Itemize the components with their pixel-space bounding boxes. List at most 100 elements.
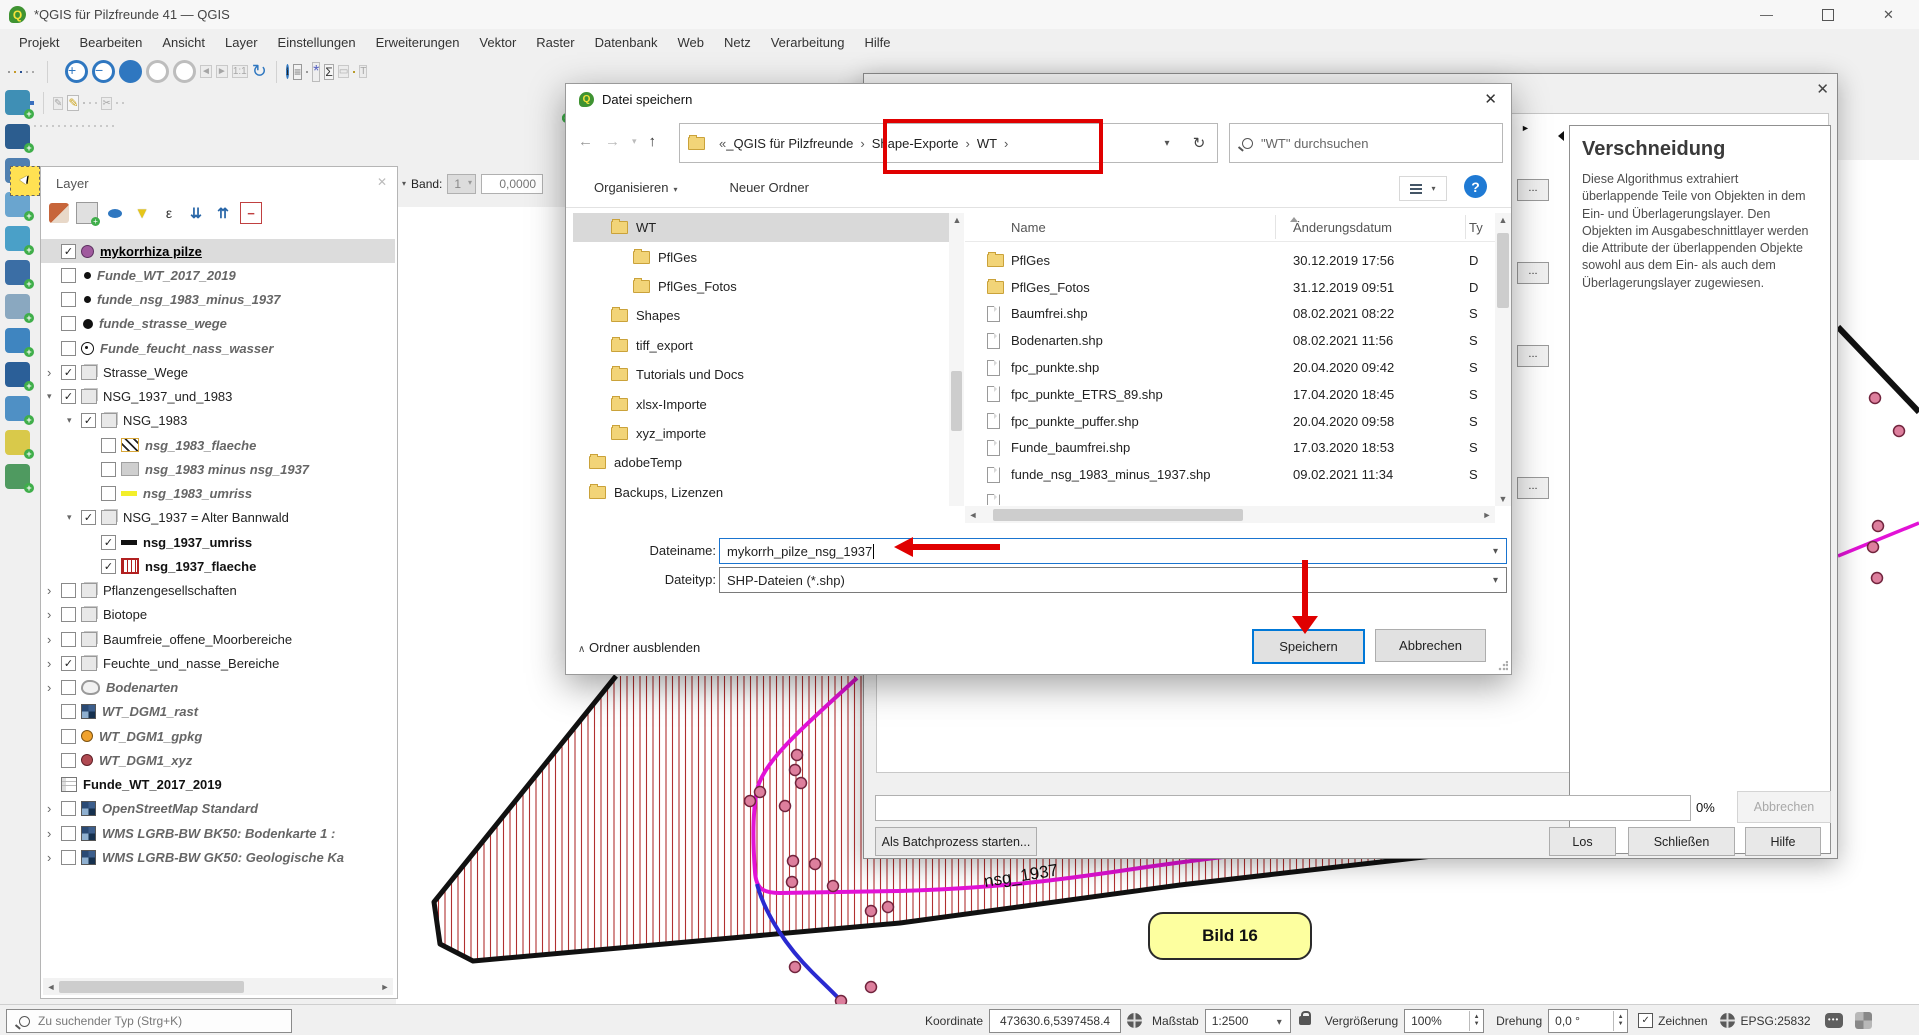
layer-visibility-checkbox[interactable] bbox=[61, 826, 76, 841]
layer-visibility-checkbox[interactable] bbox=[61, 244, 76, 259]
layer-tree-row[interactable]: Biotope bbox=[41, 603, 395, 627]
file-row[interactable]: PflGes 30.12.2019 17:56 D bbox=[965, 247, 1495, 274]
collapse-all-icon[interactable]: ⇈ bbox=[213, 203, 233, 223]
spinner-icons[interactable]: ▲▼ bbox=[1469, 1011, 1483, 1031]
split-features-icon[interactable] bbox=[94, 125, 96, 127]
layer-visibility-checkbox[interactable] bbox=[101, 535, 116, 550]
menu-item[interactable]: Erweiterungen bbox=[367, 31, 469, 54]
chevron-icon[interactable] bbox=[47, 680, 61, 695]
zoom-out-icon[interactable]: − bbox=[92, 60, 115, 83]
refresh-map-icon[interactable]: ↻ bbox=[252, 61, 267, 82]
save-edits-icon[interactable] bbox=[83, 102, 85, 104]
cancel-button[interactable]: Abbrechen bbox=[1375, 629, 1486, 662]
save-project-as-icon[interactable] bbox=[26, 71, 28, 73]
layer-visibility-checkbox[interactable] bbox=[61, 268, 76, 283]
chevron-icon[interactable] bbox=[47, 391, 61, 402]
new-table-icon[interactable] bbox=[5, 464, 30, 489]
layer-visibility-checkbox[interactable] bbox=[61, 341, 76, 356]
toolbar-separator[interactable] bbox=[276, 61, 277, 83]
collapse-pane-icon[interactable] bbox=[1558, 131, 1564, 141]
delete-part-icon[interactable] bbox=[76, 125, 78, 127]
field-calculator-icon[interactable] bbox=[306, 71, 308, 73]
layer-visibility-checkbox[interactable] bbox=[81, 510, 96, 525]
address-drop-icon[interactable]: ▾ bbox=[1153, 123, 1182, 163]
layer-tree-row[interactable]: WT_DGM1_rast bbox=[41, 700, 395, 724]
zoom-in-icon[interactable]: + bbox=[65, 60, 88, 83]
dialog-close-icon[interactable]: ✕ bbox=[1484, 90, 1497, 108]
column-name[interactable]: Name bbox=[1011, 220, 1293, 235]
add-virtual-layer-icon[interactable] bbox=[5, 260, 30, 285]
layer-visibility-checkbox[interactable] bbox=[61, 389, 76, 404]
menu-item[interactable]: Raster bbox=[527, 31, 583, 54]
delete-ring-icon[interactable] bbox=[70, 125, 72, 127]
search-box[interactable]: "WT" durchsuchen bbox=[1229, 123, 1503, 163]
chevron-icon[interactable] bbox=[47, 850, 61, 865]
menu-item[interactable]: Ansicht bbox=[153, 31, 214, 54]
save-project-icon[interactable] bbox=[20, 71, 22, 73]
layer-tree-row[interactable]: Funde_feucht_nass_wasser bbox=[41, 336, 395, 360]
layer-tree-row[interactable]: NSG_1983 bbox=[41, 409, 395, 433]
new-vector-layer-icon[interactable] bbox=[5, 90, 30, 115]
run-button[interactable]: Los bbox=[1549, 827, 1616, 856]
layer-tree-row[interactable]: nsg_1983_umriss bbox=[41, 482, 395, 506]
scrollbar-thumb[interactable] bbox=[993, 509, 1243, 521]
folder-tree-item[interactable]: Backups, Lizenzen bbox=[573, 478, 949, 506]
expression-filter-icon[interactable]: ε bbox=[159, 203, 179, 223]
menu-item[interactable]: Web bbox=[668, 31, 713, 54]
organize-button[interactable]: Organisieren▾ bbox=[594, 180, 677, 195]
expand-all-icon[interactable]: ⇊ bbox=[186, 203, 206, 223]
add-ring-icon[interactable] bbox=[52, 125, 54, 127]
merge-attributes-icon[interactable] bbox=[112, 125, 114, 127]
layer-tree-row[interactable]: Funde_WT_2017_2019 bbox=[41, 773, 395, 797]
file-list-hscrollbar[interactable]: ◄ ► bbox=[965, 506, 1495, 523]
layer-visibility-checkbox[interactable] bbox=[101, 486, 116, 501]
chevron-icon[interactable] bbox=[47, 607, 61, 622]
zoom-to-layer-icon[interactable] bbox=[173, 60, 196, 83]
file-row[interactable]: funde_nsg_1983_minus_1937.shp 09.02.2021… bbox=[965, 461, 1495, 488]
minimize-button[interactable]: — bbox=[1736, 0, 1797, 29]
locator-search-input[interactable]: Zu suchender Typ (Strg+K) bbox=[6, 1009, 292, 1033]
maximize-button[interactable] bbox=[1797, 0, 1858, 29]
filename-input[interactable]: mykorrh_pilze_nsg_1937 ▾ bbox=[719, 538, 1507, 564]
layers-panel-hscrollbar[interactable]: ◄ ► bbox=[43, 978, 393, 995]
lock-scale-icon[interactable] bbox=[1299, 1016, 1311, 1025]
zoom-next-icon[interactable]: ► bbox=[216, 65, 228, 78]
cancel-process-button[interactable]: Abbrechen bbox=[1737, 791, 1831, 823]
layer-visibility-checkbox[interactable] bbox=[61, 850, 76, 865]
layer-visibility-checkbox[interactable] bbox=[61, 704, 76, 719]
chevron-icon[interactable] bbox=[47, 632, 61, 647]
layer-visibility-checkbox[interactable] bbox=[61, 729, 76, 744]
crs-code[interactable]: EPSG:25832 bbox=[1741, 1014, 1811, 1028]
manage-visibility-icon[interactable] bbox=[105, 203, 125, 223]
layer-tree-row[interactable]: mykorrhiza pilze bbox=[41, 239, 395, 263]
layer-tree-row[interactable]: WT_DGM1_xyz bbox=[41, 748, 395, 772]
spin-up-icon[interactable]: ► bbox=[1521, 123, 1530, 133]
layer-tree-row[interactable]: nsg_1937_umriss bbox=[41, 530, 395, 554]
scroll-left-icon[interactable]: ◄ bbox=[965, 510, 981, 520]
up-icon[interactable]: ↑ bbox=[649, 133, 657, 150]
scrollbar-thumb[interactable] bbox=[1497, 233, 1509, 308]
file-row[interactable]: Baumfrei.shp 08.02.2021 08:22 S bbox=[965, 301, 1495, 328]
merge-features-icon[interactable] bbox=[106, 125, 108, 127]
mouse-position-icon[interactable] bbox=[1127, 1013, 1142, 1028]
coordinate-input[interactable]: 473630.6,5397458.4 bbox=[989, 1009, 1121, 1033]
filetype-select[interactable]: SHP-Dateien (*.shp) ▾ bbox=[719, 567, 1507, 593]
column-type[interactable]: Ty bbox=[1469, 220, 1495, 235]
layer-visibility-checkbox[interactable] bbox=[61, 365, 76, 380]
layer-visibility-checkbox[interactable] bbox=[61, 632, 76, 647]
menu-item[interactable]: Vektor bbox=[470, 31, 525, 54]
scroll-right-icon[interactable]: ► bbox=[1479, 510, 1495, 520]
select-features-icon[interactable] bbox=[10, 166, 40, 196]
layer-visibility-checkbox[interactable] bbox=[61, 753, 76, 768]
folder-tree-item[interactable]: PflGes bbox=[573, 242, 949, 271]
layer-visibility-checkbox[interactable] bbox=[61, 583, 76, 598]
rotation-spinbox[interactable]: 0,0 °▲▼ bbox=[1548, 1009, 1628, 1033]
file-row[interactable]: fpc_punkte_puffer.shp 20.04.2020 09:58 S bbox=[965, 408, 1495, 435]
close-dialog-button[interactable]: Schließen bbox=[1628, 827, 1735, 856]
chevron-icon[interactable] bbox=[47, 801, 61, 816]
file-row[interactable]: fpc_punkte.shp 20.04.2020 09:42 S bbox=[965, 354, 1495, 381]
zoom-native-icon[interactable]: 1:1 bbox=[232, 65, 248, 78]
spinner-icons[interactable]: ▲▼ bbox=[1613, 1011, 1627, 1031]
scrollbar-thumb[interactable] bbox=[951, 371, 962, 431]
fill-ring-icon[interactable] bbox=[64, 125, 66, 127]
